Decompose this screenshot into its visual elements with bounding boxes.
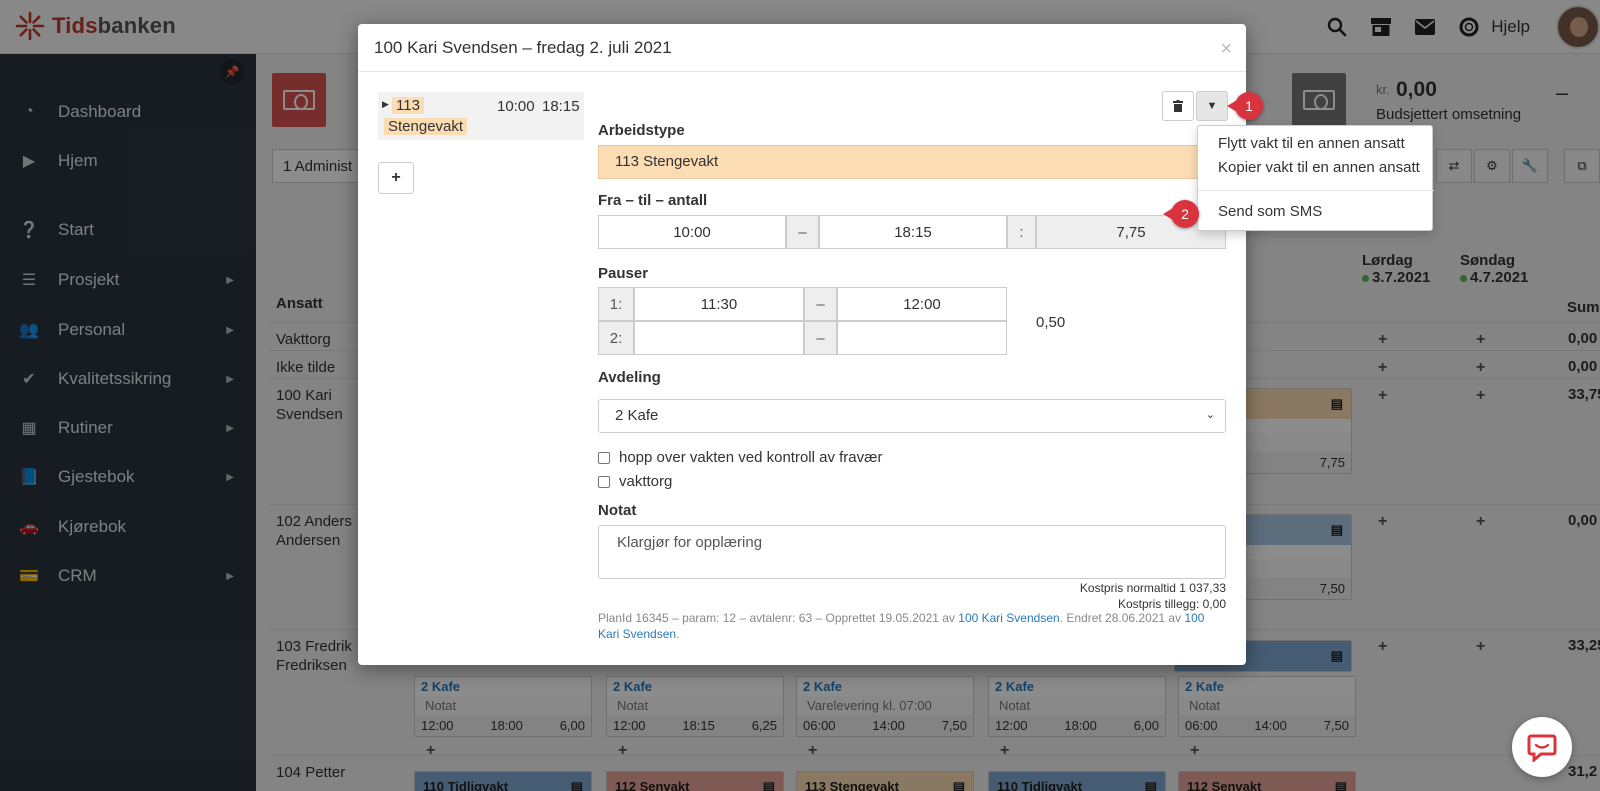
editor-link[interactable]: Kari Svendsen [598, 627, 676, 641]
shift-from: 10:00 [497, 98, 535, 115]
shift-to: 18:15 [542, 98, 580, 115]
arbeidstype-select[interactable]: 113 Stengevakt [598, 145, 1226, 179]
shift-code: 113 [392, 97, 424, 114]
kostpris-tillegg: Kostpris tillegg: 0,00 [1117, 597, 1226, 611]
time-range-group: 10:00 – 18:15 : 7,75 [598, 215, 1226, 249]
dash-addon: – [804, 321, 837, 355]
checkbox-label: vakttorg [619, 473, 673, 490]
pause-row-1: 1: 11:30 – 12:00 [598, 287, 1007, 321]
add-shift-button[interactable]: + [378, 162, 414, 194]
checkbox-skip-absence[interactable]: hopp over vakten ved kontroll av fravær [598, 449, 882, 466]
shift-list-item[interactable]: ▶ 113 Stengevakt 10:00 18:15 [378, 92, 584, 140]
trash-icon [1173, 100, 1183, 112]
pause-index: 2: [598, 321, 634, 355]
shift-name: Stengevakt [384, 118, 468, 135]
from-time-input[interactable]: 10:00 [598, 215, 786, 249]
menu-item-copy-shift[interactable]: Kopier vakt til en annen ansatt [1218, 159, 1420, 176]
pause-index: 1: [598, 287, 634, 321]
creator-link[interactable]: 100 Kari Svendsen [958, 611, 1059, 625]
menu-item-move-shift[interactable]: Flytt vakt til en annen ansatt [1218, 135, 1405, 152]
dash-addon: – [804, 287, 837, 321]
checkbox-label: hopp over vakten ved kontroll av fravær [619, 449, 883, 466]
label-fra-til: Fra – til – antall [598, 192, 708, 209]
avdeling-select[interactable]: 2 Kafe ⌄ [598, 399, 1226, 433]
checkbox-box[interactable] [598, 451, 610, 464]
label-notat: Notat [598, 502, 637, 519]
caret-right-icon[interactable]: ▶ [382, 99, 389, 110]
dash-addon: – [786, 215, 819, 249]
meta-text: PlanId 16345 – param: 12 – avtalenr: 63 … [598, 611, 959, 625]
chat-button[interactable] [1512, 717, 1572, 777]
caret-down-icon: ▼ [1206, 100, 1218, 112]
avdeling-value: 2 Kafe [615, 407, 659, 424]
shift-modal: 100 Kari Svendsen – fredag 2. juli 2021 … [358, 24, 1246, 665]
delete-button[interactable] [1162, 91, 1194, 121]
chat-bubble-icon [1527, 734, 1557, 762]
label-pauser: Pauser [598, 265, 649, 282]
modal-title: 100 Kari Svendsen – fredag 2. juli 2021 [374, 37, 672, 57]
kostpris-normal: Kostpris normaltid 1 037,33 [1079, 581, 1226, 595]
colon-addon: : [1007, 215, 1036, 249]
plan-metadata: PlanId 16345 – param: 12 – avtalenr: 63 … [598, 610, 1218, 642]
pause-from-input[interactable]: 11:30 [634, 287, 804, 321]
pause-to-input[interactable]: 12:00 [837, 287, 1007, 321]
pause-from-input[interactable] [634, 321, 804, 355]
label-arbeidstype: Arbeidstype [598, 122, 685, 139]
label-avdeling: Avdeling [598, 369, 661, 386]
chevron-down-icon: ⌄ [1205, 409, 1215, 421]
menu-divider [1198, 190, 1434, 191]
meta-text: . [676, 627, 680, 641]
pause-to-input[interactable] [837, 321, 1007, 355]
menu-item-send-sms[interactable]: Send som SMS [1218, 203, 1322, 220]
meta-text: . Endret 28.06.2021 av [1059, 611, 1185, 625]
checkbox-box[interactable] [598, 475, 610, 488]
editor-link[interactable]: 100 [1184, 611, 1204, 625]
actions-dropdown-toggle[interactable]: ▼ [1196, 91, 1228, 121]
pause-total: 0,50 [1036, 314, 1066, 331]
to-time-input[interactable]: 18:15 [819, 215, 1007, 249]
actions-dropdown-menu: Flytt vakt til en annen ansatt Kopier va… [1197, 125, 1434, 231]
close-icon[interactable]: × [1220, 38, 1232, 61]
notat-textarea[interactable]: Klargjør for opplæring [598, 525, 1226, 579]
annotation-badge-1: 1 [1227, 92, 1263, 120]
pause-row-2: 2: – [598, 321, 1007, 355]
checkbox-vakttorg[interactable]: vakttorg [598, 473, 672, 490]
annotation-badge-2: 2 [1163, 200, 1199, 228]
